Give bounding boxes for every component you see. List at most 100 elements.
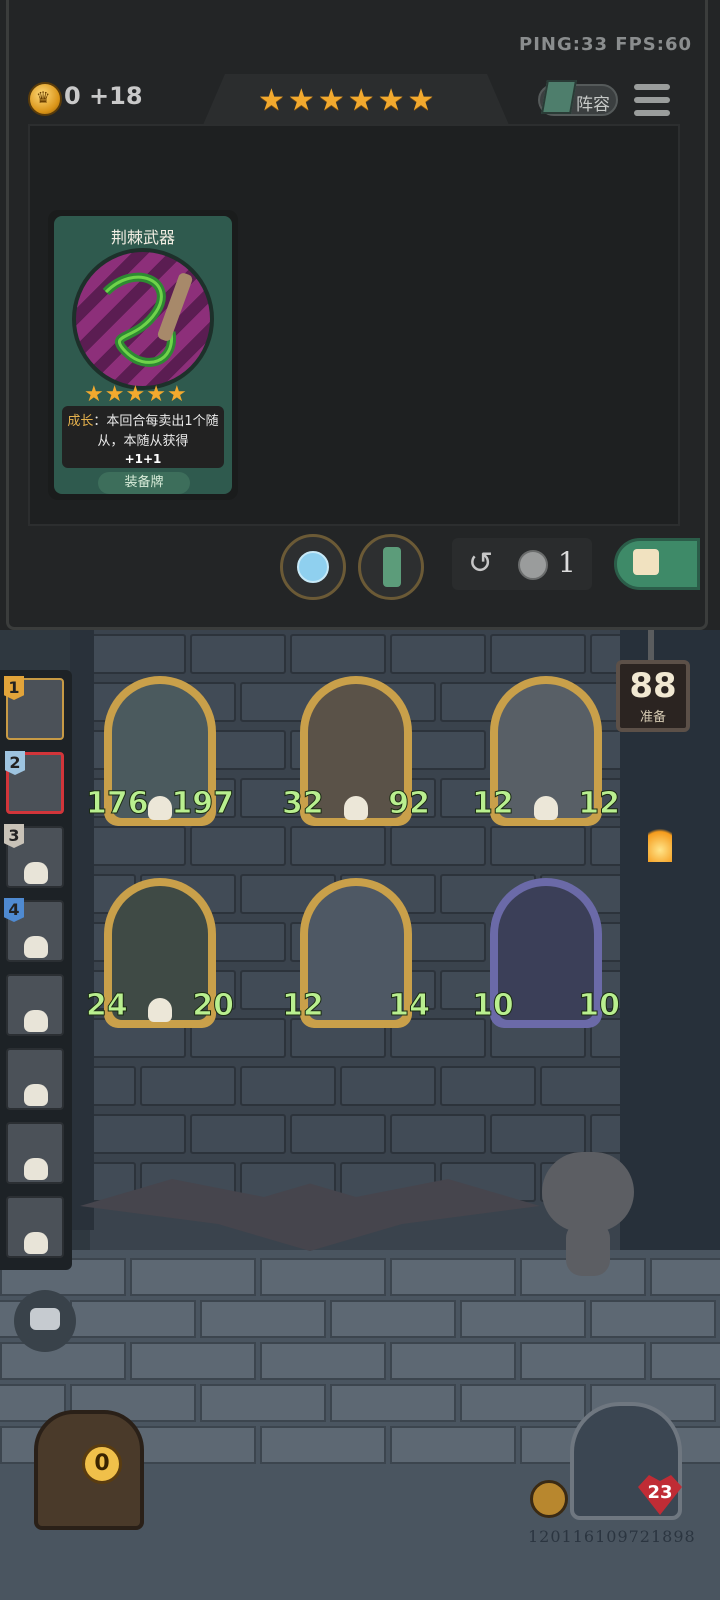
minion-health: 10	[578, 988, 621, 1024]
skull-icon	[24, 862, 48, 884]
floor-tile	[460, 1300, 586, 1338]
chat-button[interactable]	[14, 1290, 76, 1352]
floor-tile	[0, 1342, 126, 1380]
cat-head	[542, 1152, 634, 1232]
refresh-arrow-icon: ↺	[468, 546, 494, 581]
minion-card[interactable]: 12 14	[282, 878, 430, 1040]
floor-tile	[390, 1258, 516, 1296]
skull-icon	[344, 796, 368, 820]
player-id: 120116109721898	[528, 1527, 696, 1546]
minion-card[interactable]: 24 20	[86, 878, 234, 1040]
menu-bar-icon	[634, 97, 670, 103]
floor-tile	[260, 1342, 386, 1380]
refresh-cost: 1	[558, 546, 576, 579]
skull-icon	[24, 1010, 48, 1032]
menu-button[interactable]	[634, 82, 672, 118]
refresh-button[interactable]: ↺ 1	[452, 538, 592, 590]
thorn-vine-icon	[102, 272, 193, 367]
ranking-slot[interactable]	[6, 1122, 64, 1184]
minion-attack: 12	[472, 786, 515, 822]
tier-star-icon: ★	[377, 83, 405, 118]
ranking-slot[interactable]	[6, 974, 64, 1036]
rank-badge: 2	[5, 751, 25, 775]
lineup-card-icon	[541, 80, 577, 114]
rank-badge: 3	[4, 824, 24, 848]
ranking-slot[interactable]: 1	[4, 676, 64, 740]
rank-badge: 4	[4, 898, 24, 922]
floor-tile	[330, 1300, 456, 1338]
card-description: 成长：本回合每卖出1个随从，本随从获得	[66, 412, 220, 452]
minion-health: 92	[388, 786, 431, 822]
cat-body	[566, 1222, 610, 1276]
card-star-icon: ★	[125, 382, 146, 407]
tier-star-icon: ★	[287, 83, 315, 118]
floor-tile	[130, 1342, 256, 1380]
ranking-slot[interactable]	[6, 1196, 64, 1258]
skull-icon	[534, 796, 558, 820]
skull-icon	[24, 936, 48, 958]
floor-tile	[260, 1258, 386, 1296]
battle-board: 88 准备 176 197 32 92 12 12 24 20 12 14 10 10 0 23 12…	[0, 630, 720, 1600]
card-star-icon: ★	[166, 382, 187, 407]
ranking-slot[interactable]: 4	[4, 898, 64, 962]
skull-icon	[148, 998, 172, 1022]
floor-tile	[130, 1258, 256, 1296]
lineup-button[interactable]: 阵容	[538, 80, 618, 116]
minion-health: 20	[192, 988, 235, 1024]
freeze-lock-button[interactable]	[614, 538, 700, 590]
minion-card[interactable]: 10 10	[472, 878, 620, 1040]
menu-bar-icon	[634, 84, 670, 90]
minion-health: 14	[388, 988, 431, 1024]
minion-card[interactable]: 32 92	[282, 676, 430, 838]
card-star-icon: ★	[146, 382, 166, 407]
thorn-weapon-art	[72, 248, 214, 390]
ranking-slot[interactable]	[6, 1048, 64, 1110]
ranking-slot[interactable]: 3	[4, 824, 64, 888]
cat-pet[interactable]	[536, 1130, 640, 1280]
card-effect-text: ：本回合每卖出1个随从，本随从获得	[93, 414, 219, 449]
card-type-label: 装备牌	[98, 472, 190, 494]
tier-star-icon: ★	[258, 83, 285, 118]
skull-icon	[148, 796, 172, 820]
ranking-slot[interactable]: 2	[5, 751, 64, 814]
shop-card[interactable]: 荆棘武器 ★ ★ ★ ★ ★ 成长：本回合每卖出1个随从，本随从获得 +1+1 装备牌	[48, 210, 238, 500]
refresh-coin-icon	[518, 550, 548, 580]
card-star-icon: ★	[104, 382, 125, 407]
skull-icon	[24, 1158, 48, 1180]
floor-tile	[70, 1300, 196, 1338]
floor-tile	[200, 1384, 326, 1422]
gold-coin-icon: ♛	[28, 82, 62, 116]
tier-star-icon: ★	[407, 83, 435, 118]
floor-tile	[590, 1300, 716, 1338]
tier-star-icon: ★	[347, 83, 375, 118]
chest-count: 0	[82, 1444, 122, 1484]
minion-attack: 24	[86, 988, 129, 1024]
card-title: 荆棘武器	[110, 228, 175, 247]
chat-bubble-icon	[30, 1308, 60, 1330]
tavern-tier-stars: ★ ★ ★ ★ ★ ★	[258, 86, 458, 118]
card-stars: ★ ★ ★ ★ ★	[84, 384, 202, 406]
floor-tile	[650, 1342, 720, 1380]
minion-card[interactable]: 12 12	[472, 676, 620, 838]
minion-health: 197	[171, 786, 235, 822]
totem-icon	[383, 547, 401, 587]
floor-tile	[460, 1384, 586, 1422]
card-star-icon: ★	[84, 382, 104, 407]
fishbowl-icon	[297, 551, 329, 583]
floor-tile	[130, 1426, 256, 1464]
hero-power-button[interactable]	[530, 1480, 568, 1518]
floor-tile	[200, 1300, 326, 1338]
minion-attack: 12	[282, 988, 325, 1024]
fishbowl-button[interactable]	[280, 534, 346, 600]
minion-attack: 32	[282, 786, 325, 822]
card-description-box: 成长：本回合每卖出1个随从，本随从获得 +1+1	[62, 406, 224, 468]
floor-tile	[650, 1258, 720, 1296]
card-bonus: +1+1	[124, 452, 162, 466]
gold-value: 0 +18	[64, 82, 143, 110]
skull-icon	[24, 1232, 48, 1254]
minion-card[interactable]: 176 197	[86, 676, 234, 838]
minion-attack: 10	[472, 988, 515, 1024]
floor-tile	[390, 1426, 516, 1464]
minion-health: 12	[578, 786, 621, 822]
totem-button[interactable]	[358, 534, 424, 600]
